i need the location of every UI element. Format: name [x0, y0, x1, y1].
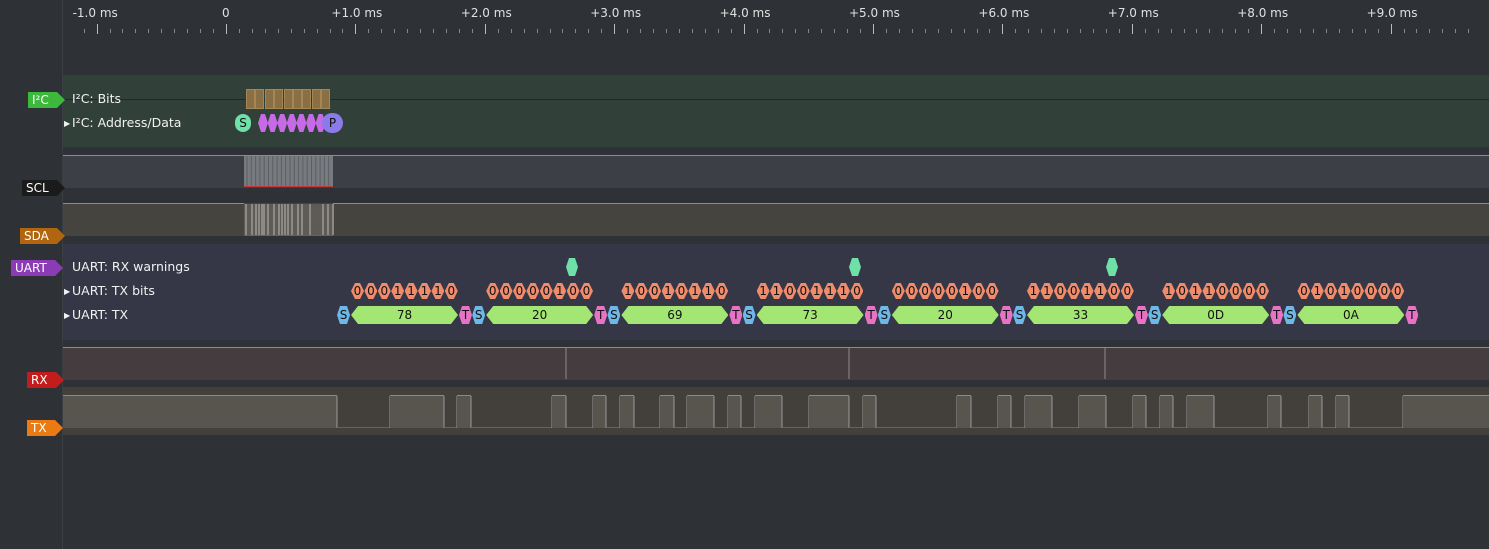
- tx-high-segment: [390, 396, 444, 428]
- i2c-bit-block[interactable]: [255, 89, 265, 109]
- tx-high-segment: [998, 396, 1011, 428]
- tx-high-segment: [63, 396, 337, 428]
- i2c-start-marker[interactable]: S: [235, 114, 251, 132]
- tx-high-segment: [1160, 396, 1173, 428]
- i2c-bit-block[interactable]: [246, 89, 255, 109]
- tx-high-segment: [1187, 396, 1214, 428]
- i2c-bit-block[interactable]: [293, 89, 302, 109]
- uart-tx-data-byte[interactable]: 0A: [1297, 306, 1404, 324]
- i2c-bit-block[interactable]: [302, 89, 312, 109]
- tx-high-segment: [809, 396, 849, 428]
- uart-tx-data-byte[interactable]: 69: [621, 306, 728, 324]
- tx-high-segment: [1268, 396, 1281, 428]
- uart-tx-data-byte[interactable]: 33: [1027, 306, 1134, 324]
- tx-high-segment: [863, 396, 876, 428]
- tx-high-segment: [957, 396, 971, 428]
- sda-burst: [244, 204, 334, 235]
- tx-high-segment: [457, 396, 471, 428]
- i2c-bit-block[interactable]: [311, 89, 321, 109]
- tx-high-segment: [1133, 396, 1146, 428]
- tx-high-segment: [687, 396, 714, 428]
- uart-tx-data-byte[interactable]: 20: [486, 306, 593, 324]
- uart-tx-data-byte[interactable]: 78: [351, 306, 458, 324]
- tx-high-segment: [755, 396, 782, 428]
- tx-high-segment: [1309, 396, 1322, 428]
- signal-traces: [63, 74, 1489, 428]
- tx-high-segment: [728, 396, 741, 428]
- tx-high-segment: [593, 396, 606, 428]
- uart-tx-data-byte[interactable]: 73: [757, 306, 864, 324]
- i2c-stop-marker[interactable]: P: [322, 113, 343, 133]
- tx-high-segment: [660, 396, 674, 428]
- tx-high-segment: [1079, 396, 1106, 428]
- tx-high-segment: [1403, 396, 1489, 428]
- i2c-bit-block[interactable]: [321, 89, 331, 109]
- uart-tx-data-byte[interactable]: 20: [892, 306, 999, 324]
- i2c-bit-block[interactable]: [264, 89, 274, 109]
- tx-high-segment: [620, 396, 634, 428]
- tx-high-segment: [1336, 396, 1349, 428]
- tx-high-segment: [1025, 396, 1052, 428]
- tx-high-segment: [552, 396, 566, 428]
- i2c-bit-block[interactable]: [274, 89, 284, 109]
- i2c-bit-block[interactable]: [283, 89, 293, 109]
- uart-tx-data-byte[interactable]: 0D: [1162, 306, 1269, 324]
